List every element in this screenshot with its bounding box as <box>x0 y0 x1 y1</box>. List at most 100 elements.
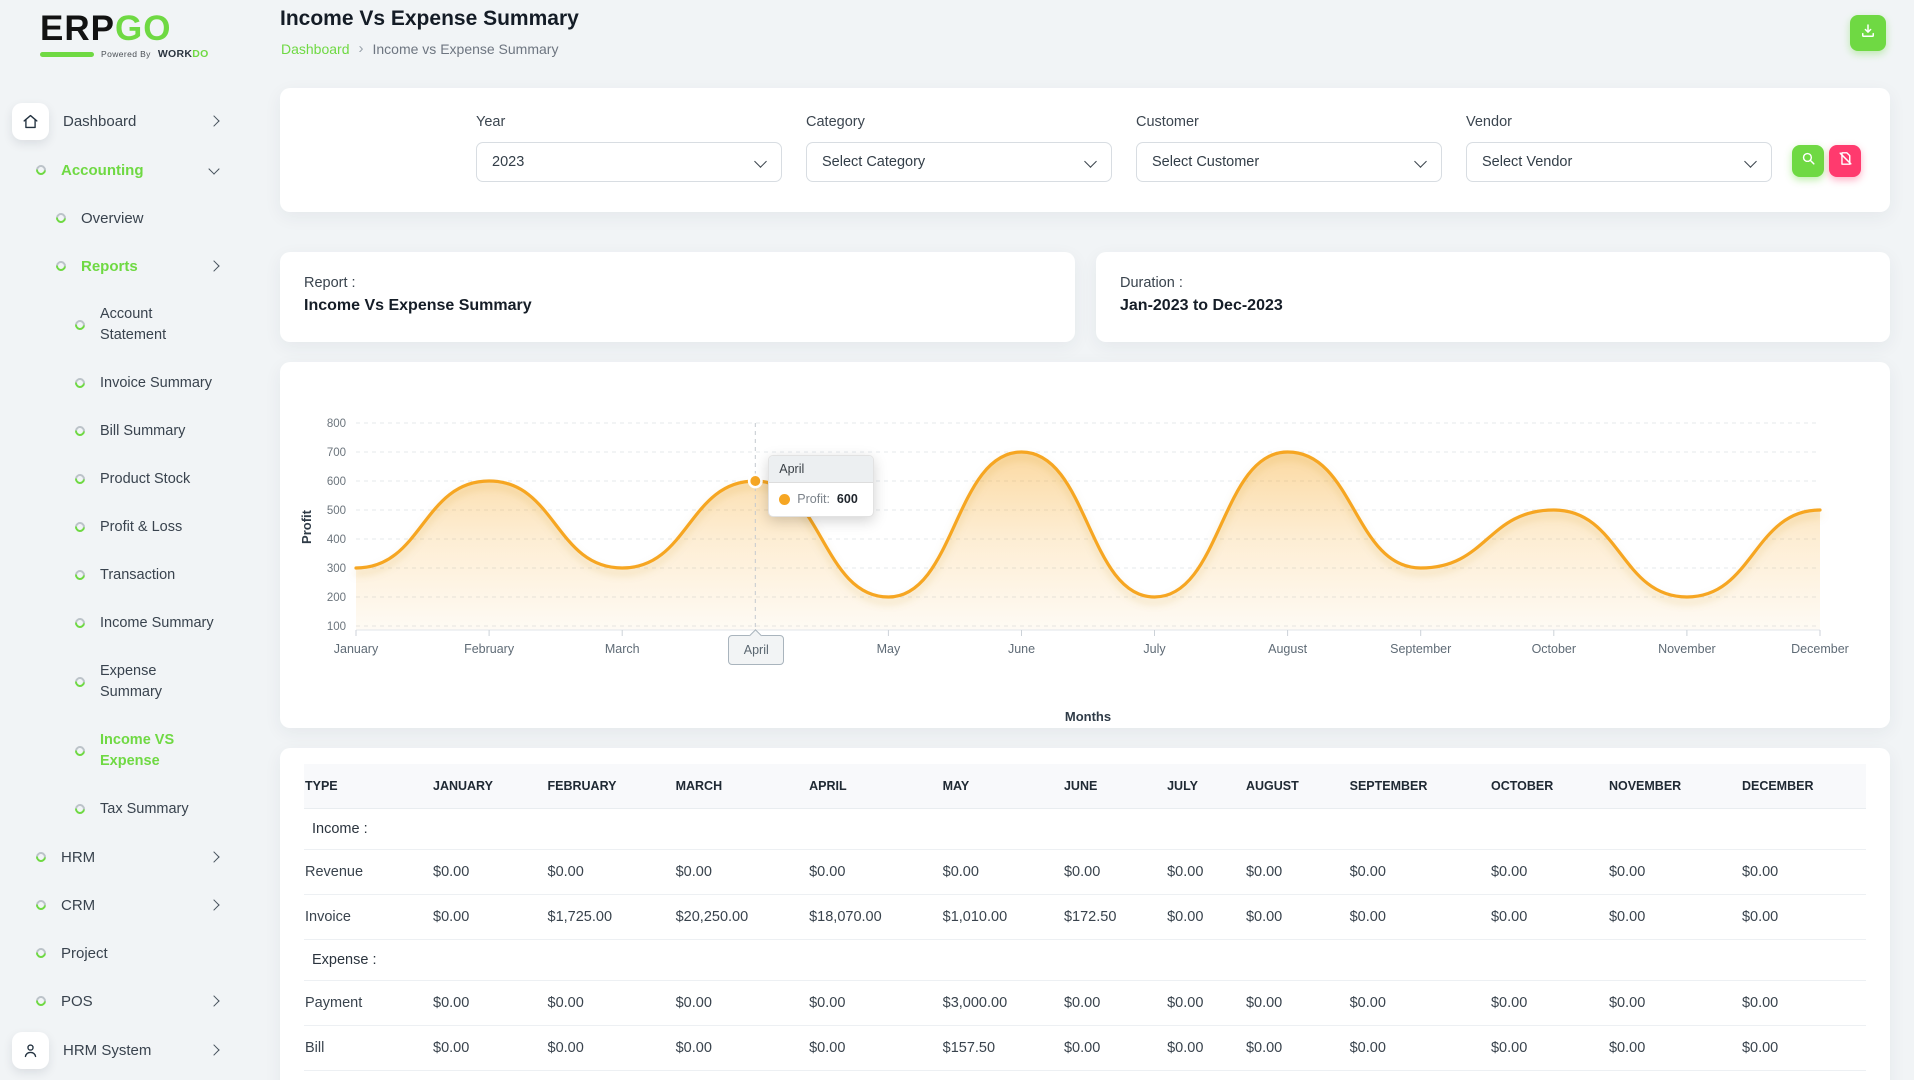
cell: $172.50 <box>1055 894 1160 940</box>
sidebar-item-crm[interactable]: CRM <box>0 881 240 929</box>
sidebar-item-label: Bill Summary <box>100 422 186 439</box>
column-header: JANUARY <box>425 764 540 809</box>
dot-icon <box>72 743 88 758</box>
sidebar-item-accounting[interactable]: Accounting <box>0 146 240 194</box>
duration-card: Duration : Jan-2023 to Dec-2023 <box>1096 252 1890 342</box>
sidebar-item-invoice-summary[interactable]: Invoice Summary <box>0 359 240 407</box>
chevron-down-icon <box>1084 155 1097 168</box>
y-axis-label: 400 <box>327 534 346 546</box>
sidebar-menu: Dashboard Accounting Overview Reports Accoun… <box>0 96 250 1075</box>
chevron-right-icon <box>208 851 220 863</box>
cell: $0.00 <box>1600 980 1734 1026</box>
cell: $0.00 <box>425 1025 540 1071</box>
search-button[interactable] <box>1792 145 1824 177</box>
sidebar: ERPGO Powered By WORKDO Dashboard Account… <box>0 0 260 1080</box>
sidebar-item-label: Account Statement <box>100 305 167 343</box>
category-select-value: Select Category <box>822 154 926 170</box>
sidebar-item-transaction[interactable]: Transaction <box>0 551 240 599</box>
row-label: Payment <box>304 980 425 1026</box>
chevron-right-icon <box>208 260 220 272</box>
sidebar-item-overview[interactable]: Overview <box>0 194 240 242</box>
sidebar-item-expense-summary[interactable]: Expense Summary <box>0 647 240 716</box>
sidebar-item-product-stock[interactable]: Product Stock <box>0 455 240 503</box>
dot-icon <box>33 849 49 865</box>
customer-select[interactable]: Select Customer <box>1136 142 1442 182</box>
sidebar-item-label: Expense Summary <box>100 662 163 700</box>
sidebar-item-label: Profit & Loss <box>100 518 183 535</box>
breadcrumb: Dashboard › Income vs Expense Summary <box>281 40 558 57</box>
user-icon <box>12 1031 49 1069</box>
report-label: Report : <box>304 275 356 291</box>
sidebar-item-tax-summary[interactable]: Tax Summary <box>0 785 240 833</box>
report-value: Income Vs Expense Summary <box>304 297 532 314</box>
x-axis-label: September <box>1390 642 1451 656</box>
cell: $0.00 <box>1055 980 1160 1026</box>
x-axis-title: Months <box>1065 709 1111 724</box>
dot-icon <box>33 162 49 178</box>
duration-value: Jan-2023 to Dec-2023 <box>1120 297 1283 314</box>
dot-icon <box>72 519 88 535</box>
dot-icon <box>72 567 88 583</box>
data-point-marker[interactable] <box>747 473 763 489</box>
sidebar-item-bill-summary[interactable]: Bill Summary <box>0 407 240 455</box>
reset-button[interactable] <box>1829 145 1861 177</box>
download-icon <box>1859 22 1877 45</box>
column-header: NOVEMBER <box>1600 764 1734 809</box>
year-select[interactable]: 2023 <box>476 142 782 182</box>
sidebar-item-reports[interactable]: Reports <box>0 242 240 290</box>
chevron-down-icon <box>1414 155 1427 168</box>
cell: $18,070.00 <box>801 894 935 940</box>
app-logo[interactable]: ERPGO Powered By WORKDO <box>40 10 240 60</box>
sidebar-item-label: Dashboard <box>63 112 137 130</box>
cell: $0.00 <box>801 980 935 1026</box>
sidebar-item-dashboard[interactable]: Dashboard <box>0 96 240 146</box>
dot-icon <box>72 674 88 689</box>
table-header-row: TYPE JANUARY FEBRUARY MARCH APRIL MAY JUNE JULY… <box>304 764 1866 809</box>
cell: $0.00 <box>1482 849 1601 895</box>
dot-icon <box>53 210 69 226</box>
chevron-right-icon <box>208 899 220 911</box>
workdo-brand: WORKDO <box>157 48 209 60</box>
cell: $0.00 <box>1600 1025 1734 1071</box>
column-header: MARCH <box>667 764 802 809</box>
sidebar-item-pos[interactable]: POS <box>0 977 240 1025</box>
sidebar-item-label: Overview <box>81 209 144 227</box>
dot-icon <box>33 897 49 913</box>
cell: $0.00 <box>425 849 540 895</box>
cell: $3,000.00 <box>934 980 1056 1026</box>
breadcrumb-dashboard-link[interactable]: Dashboard <box>281 41 350 57</box>
x-axis-label: May <box>877 642 901 656</box>
cell: $0.00 <box>1237 1025 1342 1071</box>
sidebar-item-label: Accounting <box>61 161 144 179</box>
cell: $0.00 <box>1482 980 1601 1026</box>
chart-tooltip: April Profit: 600 <box>768 455 875 517</box>
vendor-select[interactable]: Select Vendor <box>1466 142 1772 182</box>
x-axis-label: January <box>334 642 379 656</box>
cell: $0.00 <box>1237 849 1342 895</box>
sidebar-item-label: Income VS Expense <box>100 731 175 769</box>
sidebar-item-hrm-system[interactable]: HRM System <box>0 1025 240 1075</box>
y-axis-label: 700 <box>327 447 346 459</box>
dot-icon <box>53 258 69 274</box>
cell: $0.00 <box>1159 1025 1238 1071</box>
chevron-right-icon <box>208 995 220 1007</box>
sidebar-item-label: POS <box>61 992 93 1010</box>
cell: $0.00 <box>934 849 1056 895</box>
table-section-row-income: Income : <box>304 808 1866 850</box>
cell: $0.00 <box>801 1025 935 1071</box>
sidebar-item-income-summary[interactable]: Income Summary <box>0 599 240 647</box>
download-button[interactable] <box>1850 15 1886 51</box>
sidebar-item-account-statement[interactable]: Account Statement <box>0 290 240 359</box>
cell: $0.00 <box>1237 894 1342 940</box>
sidebar-item-label: Invoice Summary <box>100 374 213 391</box>
category-select[interactable]: Select Category <box>806 142 1112 182</box>
cell: $0.00 <box>1055 1025 1160 1071</box>
sidebar-item-hrm[interactable]: HRM <box>0 833 240 881</box>
sidebar-item-project[interactable]: Project <box>0 929 240 977</box>
sidebar-item-profit-loss[interactable]: Profit & Loss <box>0 503 240 551</box>
cell: $0.00 <box>1733 849 1866 895</box>
sidebar-item-label: Reports <box>81 257 138 275</box>
sidebar-item-income-vs-expense[interactable]: Income VS Expense <box>0 716 240 785</box>
dot-icon <box>72 801 88 817</box>
cell: $0.00 <box>1341 849 1483 895</box>
